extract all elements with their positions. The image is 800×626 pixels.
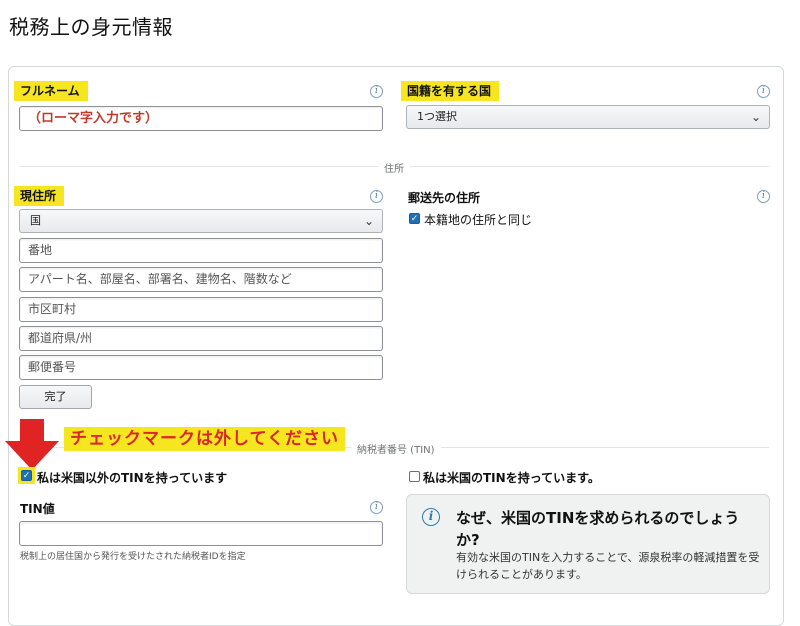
- country-select[interactable]: 国 ⌄: [19, 209, 383, 233]
- state-input[interactable]: 都道府県/州: [19, 326, 383, 351]
- nationality-selected: 1つ選択: [417, 110, 457, 123]
- info-icon[interactable]: i: [757, 190, 770, 203]
- info-icon[interactable]: i: [370, 501, 383, 514]
- info-icon[interactable]: i: [370, 85, 383, 98]
- city-input[interactable]: 市区町村: [19, 297, 383, 322]
- why-us-tin-title: なぜ、米国のTINを求められるのでしょうか?: [456, 509, 740, 549]
- annotation-label: チェックマークは外してください: [64, 427, 345, 451]
- us-tin-checkbox[interactable]: [409, 471, 420, 482]
- done-button[interactable]: 完了: [19, 385, 92, 409]
- same-as-address-label: 本籍地の住所と同じ: [424, 213, 533, 227]
- nationality-label: 国籍を有する国: [401, 81, 500, 101]
- us-tin-label: 私は米国のTINを持っています。: [423, 471, 600, 485]
- address-divider-label: 住所: [378, 160, 410, 175]
- tin-helper-text: 税制上の居住国から発行を受けたされた納税者IDを指定: [20, 552, 246, 562]
- same-as-address-checkbox[interactable]: ✓: [409, 213, 420, 224]
- current-address-label: 現住所: [14, 186, 65, 206]
- tin-value-label: TIN値: [20, 502, 55, 516]
- page-title: 税務上の身元情報: [9, 15, 173, 39]
- info-icon: i: [422, 508, 440, 526]
- info-icon[interactable]: i: [757, 85, 770, 98]
- street-input[interactable]: 番地: [19, 238, 383, 263]
- arrow-down-icon: [5, 419, 59, 470]
- info-icon[interactable]: i: [370, 190, 383, 203]
- chevron-down-icon: ⌄: [363, 214, 374, 228]
- fullname-input[interactable]: （ローマ字入力です）: [19, 106, 383, 131]
- non-us-tin-label: 私は米国以外のTINを持っています: [37, 471, 228, 485]
- building-input[interactable]: アパート名、部屋名、部署名、建物名、階数など: [19, 267, 383, 292]
- postal-code-input[interactable]: 郵便番号: [19, 355, 383, 380]
- tin-value-input[interactable]: [19, 521, 383, 546]
- non-us-tin-checkbox[interactable]: ✓: [21, 470, 32, 481]
- country-selected: 国: [30, 214, 41, 227]
- nationality-select[interactable]: 1つ選択 ⌄: [406, 105, 770, 129]
- fullname-label: フルネーム: [14, 81, 88, 101]
- tin-divider-label: 納税者番号 (TIN): [351, 441, 441, 456]
- why-us-tin-body: 有効な米国のTINを入力することで、源泉税率の軽減措置を受けられることがあります…: [456, 551, 760, 581]
- chevron-down-icon: ⌄: [750, 110, 761, 124]
- mailing-address-label: 郵送先の住所: [408, 191, 481, 205]
